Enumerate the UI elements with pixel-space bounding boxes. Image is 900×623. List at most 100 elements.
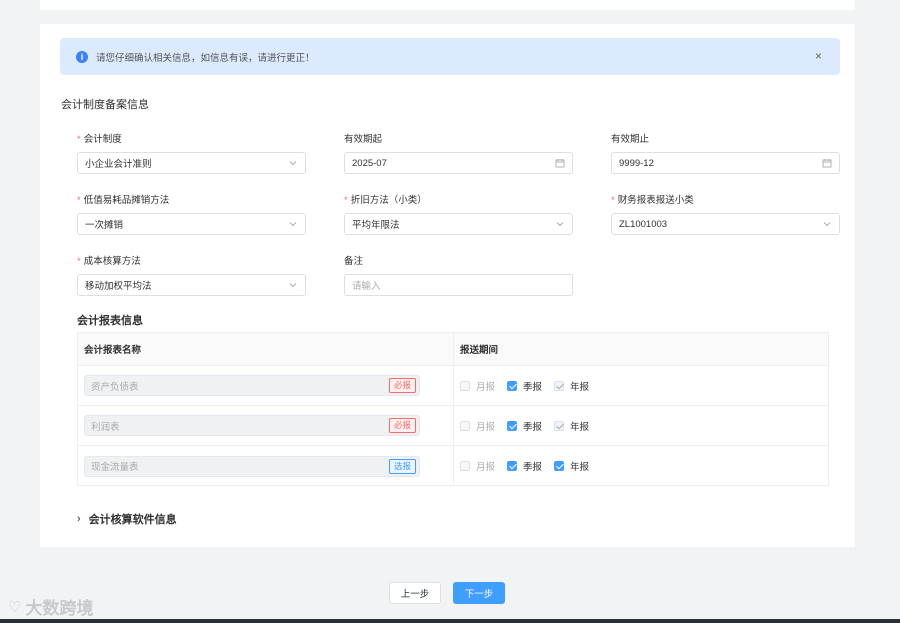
table-row: 资产负债表 必报 月报 季报 年报	[78, 366, 828, 406]
report-name-input: 现金流量表 选报	[84, 455, 420, 477]
watermark: ♡ 大数跨境	[8, 594, 93, 619]
table-row: 利润表 必报 月报 季报 年报	[78, 406, 828, 446]
watermark-text: 大数跨境	[25, 599, 94, 618]
report-name: 现金流量表	[91, 462, 139, 473]
select-value: 移动加权平均法	[85, 281, 152, 292]
accounting-system-select[interactable]: 小企业会计准则	[77, 152, 306, 174]
checkbox-label: 季报	[523, 381, 543, 393]
field-label: 有效期止	[611, 134, 650, 145]
chevron-down-icon	[289, 161, 297, 166]
checkbox-label: 季报	[523, 462, 543, 473]
annual-checkbox[interactable]: 年报	[554, 419, 589, 433]
report-name-input: 利润表 必报	[84, 415, 420, 436]
calendar-icon	[822, 159, 832, 168]
collapse-title: 会计核算软件信息	[88, 514, 177, 526]
cost-method-select[interactable]: 移动加权平均法	[77, 274, 306, 296]
checkbox-label: 年报	[570, 421, 590, 433]
remark-field: 备注 请输入	[344, 255, 573, 296]
table-header: 会计报表名称 报送期间	[78, 333, 828, 366]
required-mark: *	[77, 134, 81, 145]
report-subclass-field: * 财务报表报送小类 ZL1001003	[611, 194, 840, 235]
low-value-method-field: * 低值易耗品摊销方法 一次摊销	[77, 194, 306, 235]
top-card	[40, 0, 855, 10]
depreciation-field: * 折旧方法（小类） 平均年限法	[344, 194, 573, 235]
remark-input[interactable]: 请输入	[344, 274, 573, 296]
checkbox-box	[460, 380, 470, 391]
field-label: 有效期起	[344, 134, 383, 145]
checkbox-box	[460, 420, 470, 431]
required-mark: *	[611, 195, 615, 206]
checkbox-label: 月报	[476, 381, 496, 393]
low-value-method-select[interactable]: 一次摊销	[77, 213, 306, 235]
required-mark: *	[77, 195, 81, 206]
calendar-icon	[555, 159, 565, 168]
info-alert: i 请您仔细确认相关信息，如信息有误，请进行更正！ ×	[60, 38, 840, 75]
chevron-right-icon: ›	[77, 513, 81, 525]
required-tag: 必报	[388, 418, 416, 433]
depreciation-select[interactable]: 平均年限法	[344, 213, 573, 235]
checkbox-label: 年报	[570, 381, 590, 393]
main-card: i 请您仔细确认相关信息，如信息有误，请进行更正！ × 会计制度备案信息 * 会计…	[40, 24, 855, 547]
chevron-down-icon	[823, 222, 831, 227]
cost-method-field: * 成本核算方法 移动加权平均法	[77, 255, 306, 296]
field-label: 备注	[344, 256, 364, 267]
valid-from-field: 有效期起 2025-07	[344, 133, 573, 174]
valid-to-field: 有效期止 9999-12	[611, 133, 840, 174]
checkbox-label: 月报	[476, 421, 496, 433]
header-report-name: 会计报表名称	[78, 333, 454, 365]
select-value: 平均年限法	[352, 220, 400, 231]
field-label: 财务报表报送小类	[617, 195, 694, 206]
checkbox-label: 年报	[570, 462, 590, 473]
quarterly-checkbox[interactable]: 季报	[507, 459, 542, 473]
report-name: 利润表	[91, 421, 120, 433]
date-value: 2025-07	[352, 157, 387, 169]
checkbox-box	[554, 420, 565, 431]
monthly-checkbox[interactable]: 月报	[460, 419, 495, 433]
select-value: 小企业会计准则	[85, 159, 152, 170]
select-value: 一次摊销	[85, 220, 124, 231]
field-label: 成本核算方法	[83, 256, 141, 267]
required-mark: *	[344, 195, 348, 206]
annual-checkbox[interactable]: 年报	[554, 379, 589, 393]
quarterly-checkbox[interactable]: 季报	[507, 379, 542, 393]
checkbox-box	[507, 420, 518, 431]
bottom-strip	[0, 619, 900, 623]
chevron-down-icon	[289, 222, 297, 227]
next-step-button[interactable]: 下一步	[453, 582, 505, 604]
software-info-collapse[interactable]: › 会计核算软件信息	[77, 511, 177, 527]
optional-tag: 选报	[388, 458, 416, 474]
alert-text: 请您仔细确认相关信息，如信息有误，请进行更正！	[96, 52, 315, 64]
select-value: ZL1001003	[619, 218, 668, 230]
report-name: 资产负债表	[91, 381, 139, 393]
table-row: 现金流量表 选报 月报 季报 年报	[78, 446, 828, 486]
checkbox-box	[554, 461, 565, 471]
field-label: 低值易耗品摊销方法	[83, 195, 170, 206]
field-label: 会计制度	[83, 134, 122, 145]
report-table: 会计报表名称 报送期间 资产负债表 必报 月报 季报 年报 利润表 必报 月报 …	[77, 332, 829, 486]
checkbox-box	[507, 461, 518, 471]
valid-to-datepicker[interactable]: 9999-12	[611, 152, 840, 174]
report-subclass-select[interactable]: ZL1001003	[611, 213, 840, 235]
checkbox-box	[554, 380, 565, 391]
checkbox-label: 月报	[476, 462, 496, 473]
checkbox-label: 季报	[523, 421, 543, 433]
chevron-down-icon	[556, 222, 564, 227]
quarterly-checkbox[interactable]: 季报	[507, 419, 542, 433]
monthly-checkbox[interactable]: 月报	[460, 379, 495, 393]
header-period: 报送期间	[460, 345, 499, 356]
remark-placeholder: 请输入	[352, 281, 381, 292]
close-icon[interactable]: ×	[815, 49, 822, 63]
annual-checkbox[interactable]: 年报	[554, 459, 589, 473]
info-icon: i	[76, 50, 88, 63]
monthly-checkbox[interactable]: 月报	[460, 459, 495, 473]
date-value: 9999-12	[619, 157, 654, 169]
required-tag: 必报	[388, 378, 416, 393]
checkbox-box	[507, 380, 518, 391]
valid-from-datepicker[interactable]: 2025-07	[344, 152, 573, 174]
chevron-down-icon	[289, 283, 297, 288]
checkbox-box	[460, 461, 470, 471]
required-mark: *	[77, 256, 81, 267]
prev-step-button[interactable]: 上一步	[389, 582, 441, 604]
field-label: 折旧方法（小类）	[350, 195, 427, 206]
report-section-title: 会计报表信息	[77, 315, 143, 327]
